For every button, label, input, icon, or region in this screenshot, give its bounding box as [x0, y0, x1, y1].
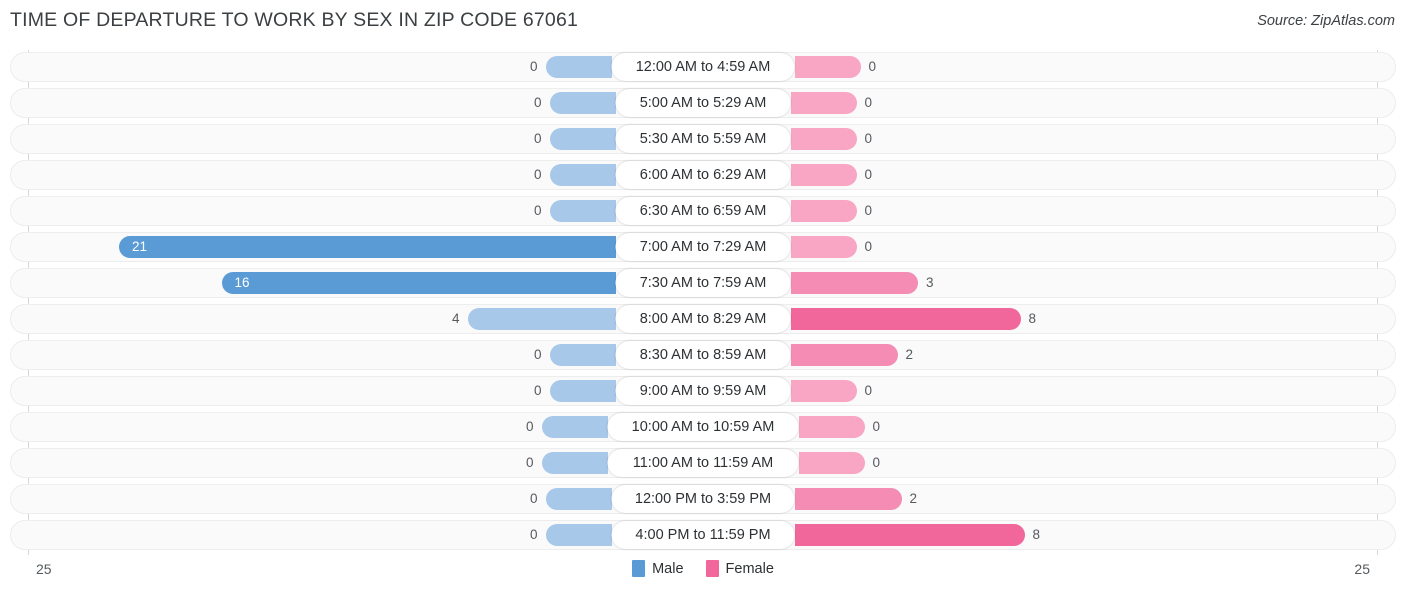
bar-value-male: 0 — [533, 95, 542, 110]
legend-item-male[interactable]: Male — [632, 560, 684, 577]
chart-row: 4 8 8:00 AM to 8:29 AM — [0, 304, 1406, 334]
category-label: 5:30 AM to 5:59 AM — [615, 125, 791, 153]
category-label: 7:30 AM to 7:59 AM — [615, 269, 791, 297]
bar-value-female: 2 — [909, 491, 918, 506]
chart-row: 16 3 7:30 AM to 7:59 AM — [0, 268, 1406, 298]
chart-row: 0 2 8:30 AM to 8:59 AM — [0, 340, 1406, 370]
chart-row: 0 0 6:00 AM to 6:29 AM — [0, 160, 1406, 190]
bar-male — [545, 56, 612, 78]
bar-female — [790, 380, 857, 402]
source-label: Source: ZipAtlas.com — [1257, 13, 1395, 29]
bar-value-female: 0 — [864, 95, 873, 110]
bar-value-female: 0 — [872, 419, 881, 434]
bar-male — [549, 128, 616, 150]
bar-female — [790, 344, 898, 366]
legend-label: Female — [725, 560, 774, 577]
legend-label: Male — [652, 560, 684, 577]
bar-value-female: 8 — [1032, 527, 1041, 542]
bar-value-male: 0 — [529, 59, 538, 74]
bar-value-female: 0 — [868, 59, 877, 74]
chart-row: 0 0 5:00 AM to 5:29 AM — [0, 88, 1406, 118]
chart-row: 0 8 4:00 PM to 11:59 PM — [0, 520, 1406, 550]
bar-male — [467, 308, 616, 330]
legend-swatch-icon — [632, 560, 646, 577]
category-label: 6:00 AM to 6:29 AM — [615, 161, 791, 189]
bar-value-male: 16 — [234, 275, 250, 290]
bar-value-male: 0 — [533, 347, 542, 362]
bar-male — [541, 452, 608, 474]
category-label: 9:00 AM to 9:59 AM — [615, 377, 791, 405]
bar-male — [545, 524, 612, 546]
bar-value-male: 4 — [451, 311, 460, 326]
bar-value-female: 0 — [864, 383, 873, 398]
bar-value-female: 0 — [864, 131, 873, 146]
category-label: 8:30 AM to 8:59 AM — [615, 341, 791, 369]
bar-male — [221, 272, 616, 294]
chart-footer: 25 25 Male Female — [0, 556, 1406, 595]
bar-value-male: 0 — [533, 383, 542, 398]
category-label: 4:00 PM to 11:59 PM — [611, 521, 795, 549]
bar-female — [790, 92, 857, 114]
bar-female — [798, 452, 865, 474]
legend-swatch-icon — [705, 560, 719, 577]
page-title: TIME OF DEPARTURE TO WORK BY SEX IN ZIP … — [10, 9, 579, 31]
chart-row: 0 0 9:00 AM to 9:59 AM — [0, 376, 1406, 406]
chart-row: 0 0 6:30 AM to 6:59 AM — [0, 196, 1406, 226]
bar-female — [790, 308, 1021, 330]
bar-value-male: 0 — [525, 455, 534, 470]
bar-value-female: 2 — [905, 347, 914, 362]
category-label: 11:00 AM to 11:59 AM — [607, 449, 799, 477]
bar-value-female: 0 — [864, 167, 873, 182]
bar-female — [790, 272, 918, 294]
bar-value-female: 3 — [926, 275, 934, 290]
bar-value-male: 0 — [529, 491, 538, 506]
bar-value-female: 0 — [864, 203, 873, 218]
legend-item-female[interactable]: Female — [705, 560, 774, 577]
bar-male — [549, 164, 616, 186]
bar-value-male: 0 — [525, 419, 534, 434]
chart-legend: Male Female — [0, 560, 1406, 577]
bar-male — [545, 488, 612, 510]
chart-row: 0 0 5:30 AM to 5:59 AM — [0, 124, 1406, 154]
bar-female — [790, 128, 857, 150]
bar-female — [798, 416, 865, 438]
chart-header: TIME OF DEPARTURE TO WORK BY SEX IN ZIP … — [0, 0, 1406, 46]
category-label: 12:00 PM to 3:59 PM — [611, 485, 795, 513]
bar-value-male: 0 — [533, 167, 542, 182]
bar-female — [794, 56, 861, 78]
bar-male — [549, 92, 616, 114]
bar-female — [790, 164, 857, 186]
chart-row: 0 0 10:00 AM to 10:59 AM — [0, 412, 1406, 442]
bar-female — [794, 524, 1025, 546]
bar-value-female: 0 — [872, 455, 881, 470]
chart-row: 21 0 7:00 AM to 7:29 AM — [0, 232, 1406, 262]
chart-row: 0 2 12:00 PM to 3:59 PM — [0, 484, 1406, 514]
bar-male — [549, 200, 616, 222]
category-label: 6:30 AM to 6:59 AM — [615, 197, 791, 225]
bar-female — [794, 488, 902, 510]
chart-row: 0 0 11:00 AM to 11:59 AM — [0, 448, 1406, 478]
category-label: 12:00 AM to 4:59 AM — [611, 53, 795, 81]
category-label: 10:00 AM to 10:59 AM — [607, 413, 799, 441]
bar-value-female: 8 — [1028, 311, 1037, 326]
bar-male — [549, 344, 616, 366]
category-label: 5:00 AM to 5:29 AM — [615, 89, 791, 117]
chart-plot-area: 0 0 12:00 AM to 4:59 AM 0 0 5:00 AM to 5:29 A… — [0, 50, 1406, 555]
chart-page: TIME OF DEPARTURE TO WORK BY SEX IN ZIP … — [0, 0, 1406, 595]
category-label: 8:00 AM to 8:29 AM — [615, 305, 791, 333]
chart-row: 0 0 12:00 AM to 4:59 AM — [0, 52, 1406, 82]
bar-value-male: 0 — [533, 131, 542, 146]
bar-male — [119, 236, 616, 258]
bar-male — [541, 416, 608, 438]
bar-value-male: 21 — [132, 239, 148, 254]
category-label: 7:00 AM to 7:29 AM — [615, 233, 791, 261]
bar-female — [790, 236, 857, 258]
bar-value-male: 0 — [533, 203, 542, 218]
bar-male — [549, 380, 616, 402]
bar-female — [790, 200, 857, 222]
bar-value-male: 0 — [529, 527, 538, 542]
bar-value-female: 0 — [864, 239, 873, 254]
